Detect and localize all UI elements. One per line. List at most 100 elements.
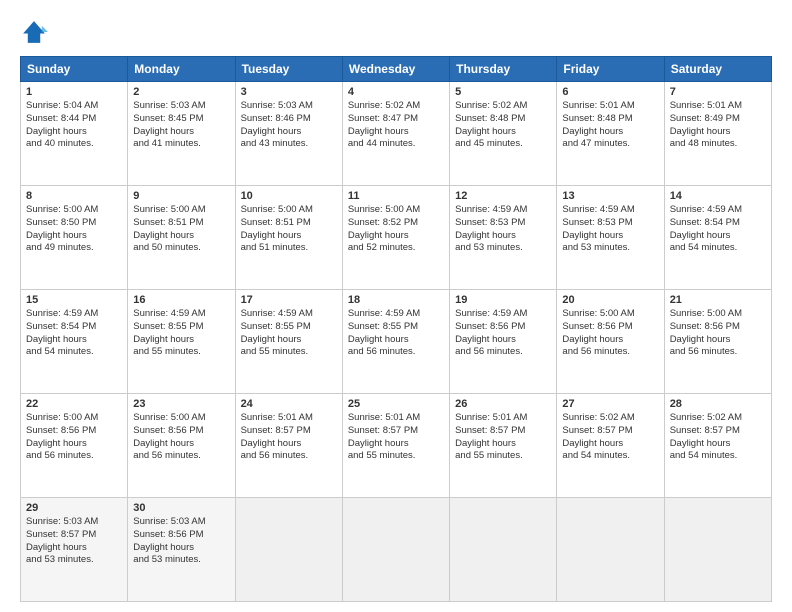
calendar-cell: 30 Sunrise: 5:03 AMSunset: 8:56 PMDayligh… bbox=[128, 498, 235, 602]
day-number: 13 bbox=[562, 190, 658, 202]
day-of-week-header: Tuesday bbox=[235, 57, 342, 82]
cell-content: Sunrise: 5:01 AMSunset: 8:57 PMDaylight … bbox=[241, 412, 337, 463]
cell-content: Sunrise: 4:59 AMSunset: 8:55 PMDaylight … bbox=[241, 308, 337, 359]
calendar-body: 1 Sunrise: 5:04 AMSunset: 8:44 PMDaylight… bbox=[21, 82, 772, 602]
day-number: 24 bbox=[241, 398, 337, 410]
day-number: 26 bbox=[455, 398, 551, 410]
calendar-row: 15 Sunrise: 4:59 AMSunset: 8:54 PMDayligh… bbox=[21, 290, 772, 394]
calendar-cell: 22Sunrise: 5:00 AMSunset: 8:56 PMDayligh… bbox=[21, 394, 128, 498]
cell-content: Sunrise: 5:03 AMSunset: 8:57 PMDaylight … bbox=[26, 516, 122, 567]
day-number: 4 bbox=[348, 86, 444, 98]
calendar-cell: 6 Sunrise: 5:01 AMSunset: 8:48 PMDaylight… bbox=[557, 82, 664, 186]
calendar-cell: 9Sunrise: 5:00 AMSunset: 8:51 PMDaylight… bbox=[128, 186, 235, 290]
day-of-week-header: Sunday bbox=[21, 57, 128, 82]
logo-icon bbox=[20, 18, 48, 46]
calendar-cell: 24 Sunrise: 5:01 AMSunset: 8:57 PMDayligh… bbox=[235, 394, 342, 498]
day-number: 14 bbox=[670, 190, 766, 202]
calendar-cell: 29 Sunrise: 5:03 AMSunset: 8:57 PMDayligh… bbox=[21, 498, 128, 602]
calendar-cell: 15 Sunrise: 4:59 AMSunset: 8:54 PMDayligh… bbox=[21, 290, 128, 394]
calendar-cell: 23 Sunrise: 5:00 AMSunset: 8:56 PMDayligh… bbox=[128, 394, 235, 498]
calendar-cell: 7 Sunrise: 5:01 AMSunset: 8:49 PMDaylight… bbox=[664, 82, 771, 186]
day-number: 23 bbox=[133, 398, 229, 410]
calendar-cell: 11 Sunrise: 5:00 AMSunset: 8:52 PMDayligh… bbox=[342, 186, 449, 290]
cell-content: Sunrise: 5:02 AMSunset: 8:57 PMDaylight … bbox=[670, 412, 766, 463]
cell-content: Sunrise: 5:00 AMSunset: 8:56 PMDaylight … bbox=[562, 308, 658, 359]
day-number: 5 bbox=[455, 86, 551, 98]
calendar-cell: 26Sunrise: 5:01 AMSunset: 8:57 PMDayligh… bbox=[450, 394, 557, 498]
cell-content: Sunrise: 5:01 AMSunset: 8:57 PMDaylight … bbox=[348, 412, 444, 463]
cell-content: Sunrise: 5:02 AMSunset: 8:48 PMDaylight … bbox=[455, 100, 551, 151]
calendar-header-row: SundayMondayTuesdayWednesdayThursdayFrid… bbox=[21, 57, 772, 82]
calendar-cell: 5 Sunrise: 5:02 AMSunset: 8:48 PMDaylight… bbox=[450, 82, 557, 186]
day-number: 19 bbox=[455, 294, 551, 306]
day-number: 7 bbox=[670, 86, 766, 98]
calendar-cell: 25 Sunrise: 5:01 AMSunset: 8:57 PMDayligh… bbox=[342, 394, 449, 498]
cell-content: Sunrise: 4:59 AMSunset: 8:54 PMDaylight … bbox=[670, 204, 766, 255]
day-number: 3 bbox=[241, 86, 337, 98]
cell-content: Sunrise: 5:01 AMSunset: 8:48 PMDaylight … bbox=[562, 100, 658, 151]
day-of-week-header: Monday bbox=[128, 57, 235, 82]
day-of-week-header: Saturday bbox=[664, 57, 771, 82]
cell-content: Sunrise: 5:00 AMSunset: 8:56 PMDaylight … bbox=[670, 308, 766, 359]
top-section bbox=[20, 18, 772, 46]
page: SundayMondayTuesdayWednesdayThursdayFrid… bbox=[0, 0, 792, 612]
day-number: 28 bbox=[670, 398, 766, 410]
cell-content: Sunrise: 5:00 AMSunset: 8:50 PMDaylight … bbox=[26, 204, 122, 255]
cell-content: Sunrise: 5:03 AMSunset: 8:45 PMDaylight … bbox=[133, 100, 229, 151]
day-number: 9 bbox=[133, 190, 229, 202]
cell-content: Sunrise: 5:02 AMSunset: 8:47 PMDaylight … bbox=[348, 100, 444, 151]
day-number: 11 bbox=[348, 190, 444, 202]
cell-content: Sunrise: 4:59 AMSunset: 8:53 PMDaylight … bbox=[455, 204, 551, 255]
day-number: 12 bbox=[455, 190, 551, 202]
cell-content: Sunrise: 5:04 AMSunset: 8:44 PMDaylight … bbox=[26, 100, 122, 151]
calendar: SundayMondayTuesdayWednesdayThursdayFrid… bbox=[20, 56, 772, 602]
calendar-cell: 4 Sunrise: 5:02 AMSunset: 8:47 PMDaylight… bbox=[342, 82, 449, 186]
calendar-cell bbox=[235, 498, 342, 602]
calendar-cell: 10Sunrise: 5:00 AMSunset: 8:51 PMDayligh… bbox=[235, 186, 342, 290]
calendar-cell: 27Sunrise: 5:02 AMSunset: 8:57 PMDayligh… bbox=[557, 394, 664, 498]
calendar-cell: 1 Sunrise: 5:04 AMSunset: 8:44 PMDaylight… bbox=[21, 82, 128, 186]
day-number: 2 bbox=[133, 86, 229, 98]
day-number: 25 bbox=[348, 398, 444, 410]
day-of-week-header: Thursday bbox=[450, 57, 557, 82]
day-number: 20 bbox=[562, 294, 658, 306]
cell-content: Sunrise: 5:03 AMSunset: 8:56 PMDaylight … bbox=[133, 516, 229, 567]
calendar-cell: 8 Sunrise: 5:00 AMSunset: 8:50 PMDaylight… bbox=[21, 186, 128, 290]
day-number: 16 bbox=[133, 294, 229, 306]
cell-content: Sunrise: 4:59 AMSunset: 8:54 PMDaylight … bbox=[26, 308, 122, 359]
cell-content: Sunrise: 4:59 AMSunset: 8:56 PMDaylight … bbox=[455, 308, 551, 359]
calendar-cell: 21Sunrise: 5:00 AMSunset: 8:56 PMDayligh… bbox=[664, 290, 771, 394]
cell-content: Sunrise: 5:00 AMSunset: 8:52 PMDaylight … bbox=[348, 204, 444, 255]
day-number: 10 bbox=[241, 190, 337, 202]
day-number: 15 bbox=[26, 294, 122, 306]
cell-content: Sunrise: 5:01 AMSunset: 8:49 PMDaylight … bbox=[670, 100, 766, 151]
day-of-week-header: Friday bbox=[557, 57, 664, 82]
calendar-cell: 14 Sunrise: 4:59 AMSunset: 8:54 PMDayligh… bbox=[664, 186, 771, 290]
calendar-cell bbox=[450, 498, 557, 602]
day-number: 18 bbox=[348, 294, 444, 306]
calendar-cell bbox=[557, 498, 664, 602]
day-of-week-header: Wednesday bbox=[342, 57, 449, 82]
day-number: 17 bbox=[241, 294, 337, 306]
calendar-cell: 20 Sunrise: 5:00 AMSunset: 8:56 PMDayligh… bbox=[557, 290, 664, 394]
cell-content: Sunrise: 4:59 AMSunset: 8:55 PMDaylight … bbox=[133, 308, 229, 359]
calendar-cell: 18 Sunrise: 4:59 AMSunset: 8:55 PMDayligh… bbox=[342, 290, 449, 394]
calendar-cell: 13 Sunrise: 4:59 AMSunset: 8:53 PMDayligh… bbox=[557, 186, 664, 290]
calendar-row: 29 Sunrise: 5:03 AMSunset: 8:57 PMDayligh… bbox=[21, 498, 772, 602]
cell-content: Sunrise: 4:59 AMSunset: 8:53 PMDaylight … bbox=[562, 204, 658, 255]
calendar-cell: 28 Sunrise: 5:02 AMSunset: 8:57 PMDayligh… bbox=[664, 394, 771, 498]
calendar-row: 1 Sunrise: 5:04 AMSunset: 8:44 PMDaylight… bbox=[21, 82, 772, 186]
day-number: 6 bbox=[562, 86, 658, 98]
cell-content: Sunrise: 5:00 AMSunset: 8:56 PMDaylight … bbox=[133, 412, 229, 463]
calendar-cell bbox=[664, 498, 771, 602]
calendar-cell: 12 Sunrise: 4:59 AMSunset: 8:53 PMDayligh… bbox=[450, 186, 557, 290]
cell-content: Sunrise: 4:59 AMSunset: 8:55 PMDaylight … bbox=[348, 308, 444, 359]
calendar-cell: 19 Sunrise: 4:59 AMSunset: 8:56 PMDayligh… bbox=[450, 290, 557, 394]
day-number: 30 bbox=[133, 502, 229, 514]
day-number: 8 bbox=[26, 190, 122, 202]
calendar-cell: 2 Sunrise: 5:03 AMSunset: 8:45 PMDaylight… bbox=[128, 82, 235, 186]
logo bbox=[20, 18, 52, 46]
day-number: 29 bbox=[26, 502, 122, 514]
day-number: 1 bbox=[26, 86, 122, 98]
cell-content: Sunrise: 5:00 AMSunset: 8:56 PMDaylight … bbox=[26, 412, 122, 463]
